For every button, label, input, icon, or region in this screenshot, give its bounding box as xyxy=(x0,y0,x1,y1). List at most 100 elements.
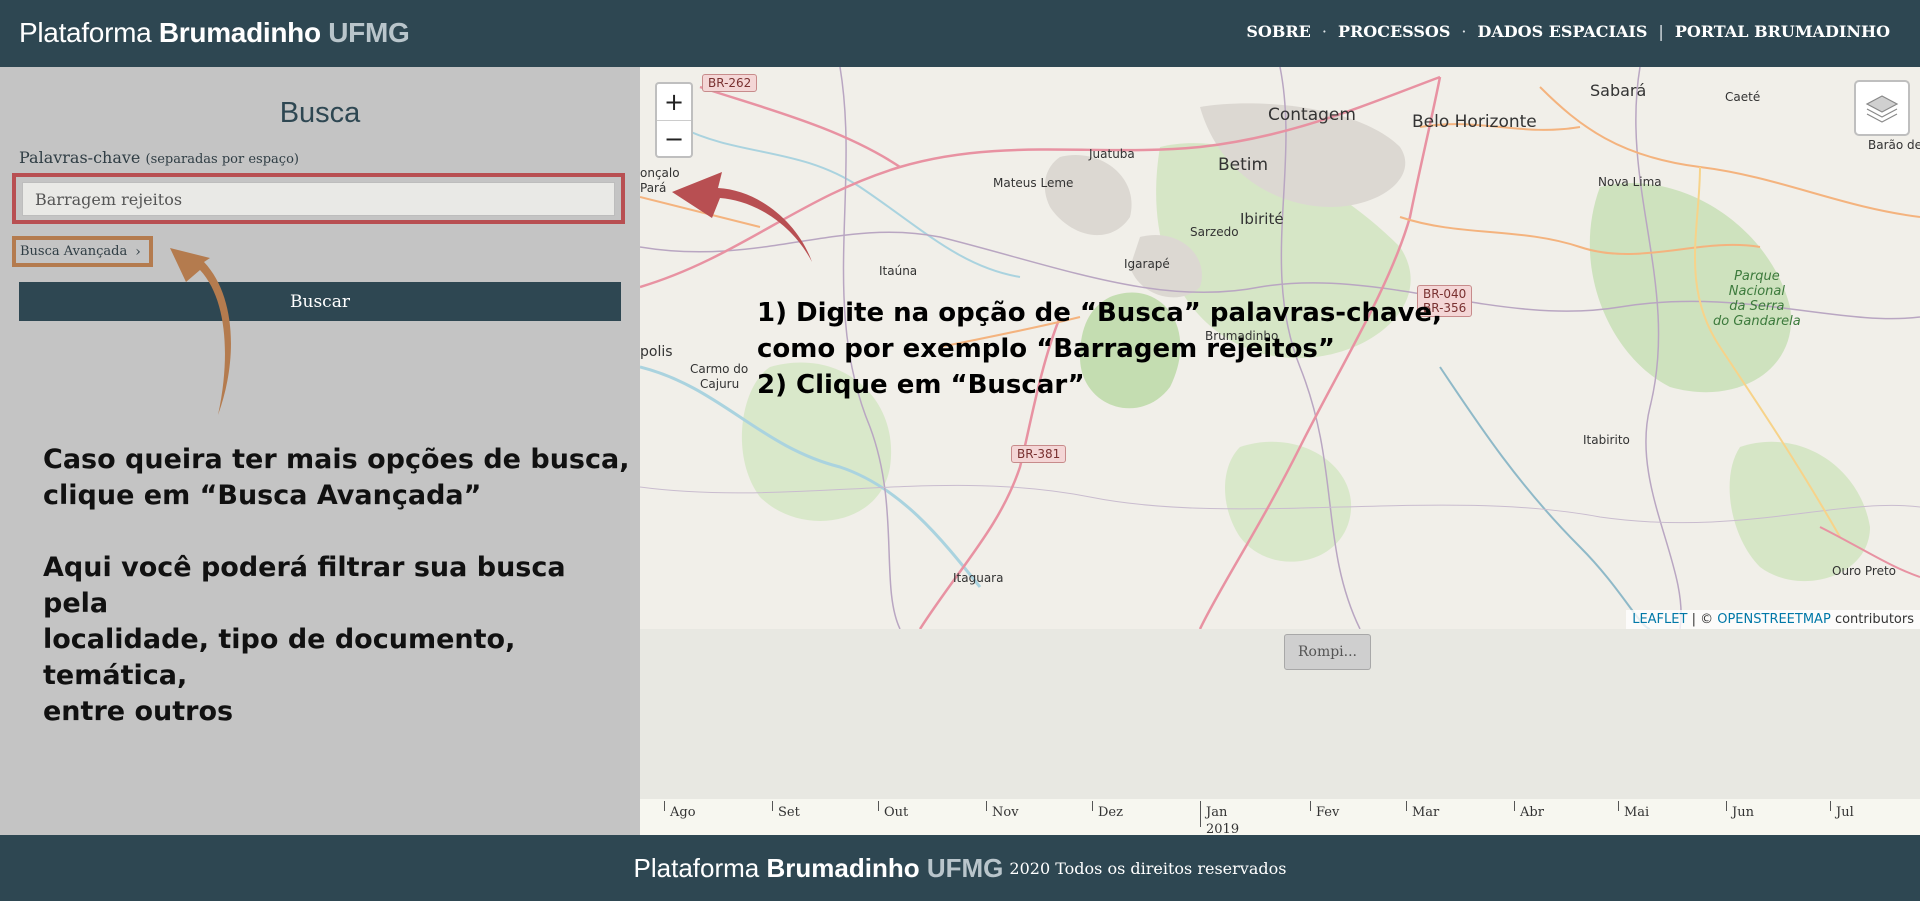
attribution-sep: | © xyxy=(1691,612,1714,627)
footer: Plataforma Brumadinho UFMG 2020 Todos os… xyxy=(0,835,1920,901)
zoom-in-button[interactable]: + xyxy=(657,84,691,121)
footer-brand-part-2: Brumadinho xyxy=(766,852,920,883)
map-place-label: Sabará xyxy=(1590,81,1647,100)
map-note-line: como por exemplo “Barragem rejeitos” xyxy=(757,334,1335,364)
search-sidebar: Busca Palavras-chave (separadas por espa… xyxy=(0,67,640,835)
axis-tick xyxy=(772,801,773,811)
axis-tick xyxy=(1726,801,1727,811)
map-place-label: Sarzedo xyxy=(1190,225,1239,239)
axis-tick xyxy=(1514,801,1515,811)
search-title: Busca xyxy=(279,97,361,129)
park-label-line: da Serra xyxy=(1729,299,1785,314)
map-instruction-note: 1) Digite na opção de “Busca” palavras-c… xyxy=(757,295,1442,403)
map-place-label: Nova Lima xyxy=(1598,175,1662,189)
nav-separator: · xyxy=(1461,22,1467,41)
openstreetmap-link[interactable]: OPENSTREETMAP xyxy=(1717,612,1831,627)
axis-month-label: Ago xyxy=(670,805,696,820)
footer-brand-part-3: UFMG xyxy=(926,852,1004,883)
footer-brand-part-1: Plataforma xyxy=(633,852,760,883)
map-attribution: LEAFLET | © OPENSTREETMAP contributors xyxy=(1626,610,1920,629)
park-label-line: Nacional xyxy=(1728,284,1785,299)
axis-tick xyxy=(878,801,879,811)
leaflet-link[interactable]: LEAFLET xyxy=(1632,612,1687,627)
map-place-label: Ibirité xyxy=(1240,210,1284,228)
attribution-rest: contributors xyxy=(1834,612,1914,627)
map-place-label: Pará xyxy=(640,181,667,195)
timeline-event[interactable]: Rompi... xyxy=(1284,634,1371,670)
layers-icon xyxy=(1865,95,1899,123)
advanced-note: Caso queira ter mais opções de busca, cl… xyxy=(43,442,629,514)
timeline-panel[interactable]: Rompi... Ago Set Out Nov Dez Jan 2019 Fe… xyxy=(640,629,1920,837)
axis-month-label: Fev xyxy=(1316,805,1340,820)
layers-control[interactable] xyxy=(1854,80,1910,136)
nav-sobre[interactable]: SOBRE xyxy=(1246,22,1311,41)
filter-note-line: Aqui você poderá filtrar sua busca pela xyxy=(43,552,566,619)
nav-separator: · xyxy=(1321,22,1327,41)
map-place-label: Betim xyxy=(1218,155,1269,175)
search-button[interactable]: Buscar xyxy=(19,282,621,321)
axis-tick xyxy=(1310,801,1311,811)
timeline-axis: Ago Set Out Nov Dez Jan 2019 Fev Mar Abr… xyxy=(640,799,1920,837)
brand-part-1: Plataforma xyxy=(19,17,152,48)
map-park-label: Parque Nacional da Serra do Gandarela xyxy=(1713,269,1801,329)
map-place-label: Cajuru xyxy=(700,377,740,391)
brand-part-2: Brumadinho xyxy=(158,17,321,48)
nav-processos[interactable]: PROCESSOS xyxy=(1338,22,1450,41)
axis-tick xyxy=(1200,801,1201,827)
advanced-search-label: Busca Avançada xyxy=(20,244,128,259)
map-place-label: Itaguara xyxy=(953,571,1004,585)
keywords-label: Palavras-chave (separadas por espaço) xyxy=(19,148,299,167)
nav-portal-brumadinho[interactable]: PORTAL BRUMADINHO xyxy=(1675,22,1890,41)
axis-month-label: Jun xyxy=(1732,805,1754,820)
axis-month-label: Jan xyxy=(1206,805,1228,820)
axis-tick xyxy=(986,801,987,811)
axis-tick xyxy=(1092,801,1093,811)
axis-month-label: Out xyxy=(884,805,909,820)
advanced-search-link[interactable]: Busca Avançada › xyxy=(12,236,153,267)
axis-month-label: Mai xyxy=(1624,805,1650,820)
axis-tick xyxy=(664,801,665,811)
axis-tick xyxy=(1618,801,1619,811)
nav-dados-espaciais[interactable]: DADOS ESPACIAIS xyxy=(1477,22,1647,41)
chevron-right-icon: › xyxy=(135,243,141,260)
map-place-label: Carmo do xyxy=(690,362,749,376)
map-place-label: onçalo xyxy=(640,166,680,180)
map-place-label: Belo Horizonte xyxy=(1412,112,1537,132)
axis-month-label: Mar xyxy=(1412,805,1440,820)
map-place-label: Barão de Co xyxy=(1868,138,1920,152)
road-shield: BR-262 xyxy=(702,74,758,92)
footer-brand[interactable]: Plataforma Brumadinho UFMG xyxy=(634,853,1004,884)
park-label-line: do Gandarela xyxy=(1713,314,1801,329)
advanced-note-line: Caso queira ter mais opções de busca, xyxy=(43,444,630,475)
axis-month-label: Jul xyxy=(1836,805,1854,820)
keywords-input[interactable] xyxy=(22,182,615,216)
map-note-line: 1) Digite na opção de “Busca” palavras-c… xyxy=(757,298,1443,328)
keywords-label-text: Palavras-chave xyxy=(19,148,141,167)
filter-note-line: entre outros xyxy=(43,696,234,727)
zoom-control: + − xyxy=(655,82,693,158)
main-nav: SOBRE · PROCESSOS · DADOS ESPACIAIS | PO… xyxy=(1246,22,1890,41)
map-note-line: 2) Clique em “Buscar” xyxy=(757,370,1085,400)
map-place-label: Igarapé xyxy=(1124,257,1170,271)
map-place-label: Caeté xyxy=(1725,90,1761,104)
map-place-label: Juatuba xyxy=(1089,147,1135,161)
map-place-label: Itaúna xyxy=(879,264,918,278)
filter-note: Aqui você poderá filtrar sua busca pela … xyxy=(43,550,640,730)
axis-month-label: Dez xyxy=(1098,805,1123,820)
brand-logo[interactable]: Plataforma Brumadinho UFMG xyxy=(19,17,410,49)
keywords-highlight-frame xyxy=(12,173,625,224)
road-shield: BR-381 xyxy=(1011,445,1067,463)
keywords-hint: (separadas por espaço) xyxy=(145,152,299,167)
axis-tick xyxy=(1830,801,1831,811)
zoom-out-button[interactable]: − xyxy=(657,121,691,157)
map-place-label: polis xyxy=(640,344,673,360)
map-place-label: Mateus Leme xyxy=(993,176,1074,190)
advanced-note-line: clique em “Busca Avançada” xyxy=(43,480,482,511)
footer-copyright: 2020 Todos os direitos reservados xyxy=(1009,858,1287,878)
park-label-line: Parque xyxy=(1734,269,1780,284)
axis-month-label: Nov xyxy=(992,805,1019,820)
map-place-label: Contagem xyxy=(1268,105,1356,125)
brand-part-3: UFMG xyxy=(328,17,410,48)
map-place-label: Itabirito xyxy=(1583,433,1630,447)
axis-tick xyxy=(1406,801,1407,811)
